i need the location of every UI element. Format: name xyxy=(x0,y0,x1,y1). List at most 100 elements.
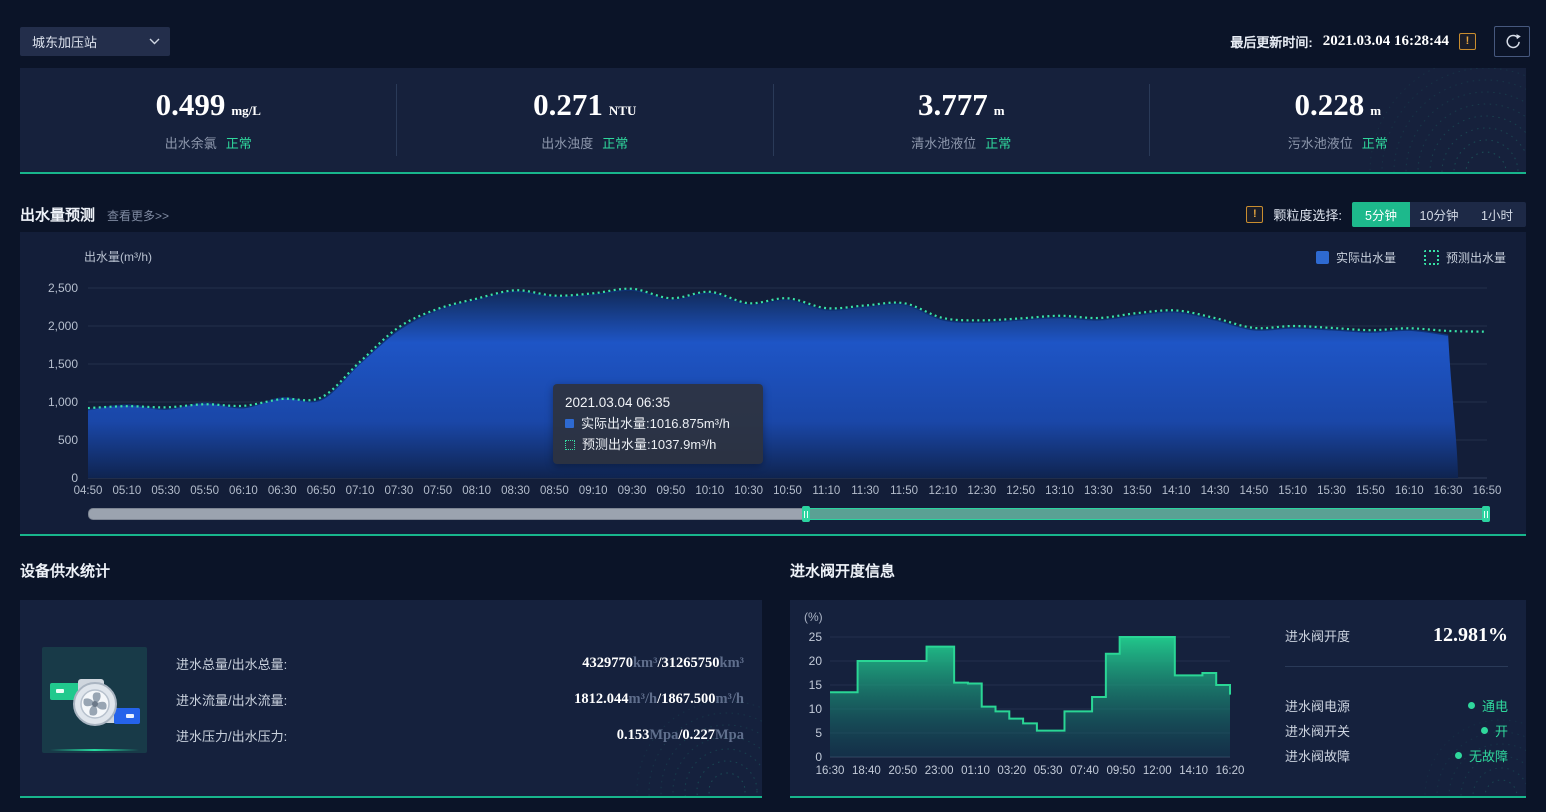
y-tick-label: 20 xyxy=(809,654,823,668)
actual-series-marker xyxy=(565,419,574,428)
status-dot xyxy=(1455,752,1462,759)
x-tick-label: 01:10 xyxy=(961,765,990,777)
x-tick-label: 16:30 xyxy=(1434,485,1463,497)
y-tick-label: 1,000 xyxy=(48,395,78,409)
x-tick-label: 13:50 xyxy=(1123,485,1152,497)
x-tick-label: 15:30 xyxy=(1317,485,1346,497)
last-update-value: 2021.03.04 16:28:44 xyxy=(1323,33,1449,50)
x-tick-label: 18:40 xyxy=(852,765,881,777)
x-tick-label: 07:10 xyxy=(346,485,375,497)
x-tick-label: 13:30 xyxy=(1084,485,1113,497)
chart-tooltip: 2021.03.04 06:35 实际出水量:1016.875m³/h 预测出水… xyxy=(553,384,763,464)
valve-opening-row: 进水阀开度 12.981% xyxy=(1285,624,1508,647)
valve-power-value: 通电 xyxy=(1468,696,1508,715)
x-tick-label: 11:10 xyxy=(812,485,840,497)
x-tick-label: 13:10 xyxy=(1045,485,1074,497)
refresh-button[interactable] xyxy=(1494,26,1530,57)
predicted-series-marker xyxy=(565,440,575,450)
x-tick-label: 06:50 xyxy=(307,485,336,497)
station-select[interactable]: 城东加压站 xyxy=(20,27,170,56)
x-tick-label: 09:50 xyxy=(1107,765,1136,777)
actual-area-series xyxy=(88,290,1458,478)
kpi-value: 0.271 xyxy=(533,87,603,122)
view-more-link[interactable]: 查看更多>> xyxy=(107,207,169,224)
datazoom-slider[interactable] xyxy=(88,508,1489,520)
valve-opening-chart: 0510152025(%)16:3018:4020:5023:0001:1003… xyxy=(790,600,1260,796)
last-update-label: 最后更新时间: xyxy=(1230,32,1312,51)
legend-predicted[interactable]: 预测出水量 xyxy=(1424,249,1506,266)
valve-power-label: 进水阀电源 xyxy=(1285,696,1350,715)
supply-panel: 进水总量/出水总量: 4329770km³/31265750km³ 进水流量/出… xyxy=(20,600,762,798)
valve-power-row: 进水阀电源 通电 xyxy=(1285,695,1508,715)
status-dot xyxy=(1468,702,1475,709)
y-tick-label: 2,000 xyxy=(48,319,78,333)
y-tick-label: 5 xyxy=(815,726,822,740)
x-tick-label: 05:30 xyxy=(1034,765,1063,777)
x-tick-label: 04:50 xyxy=(74,485,103,497)
x-tick-label: 10:30 xyxy=(734,485,763,497)
forecast-chart: 05001,0001,5002,0002,500出水量(m³/h)04:5005… xyxy=(20,232,1526,534)
x-tick-label: 10:50 xyxy=(773,485,802,497)
datazoom-selected-range[interactable] xyxy=(805,508,1487,520)
kpi-label: 出水余氯 xyxy=(165,136,217,151)
x-tick-label: 11:50 xyxy=(890,485,918,497)
kpi-unit: NTU xyxy=(609,103,636,118)
kpi-clearwater-level: 3.777m 清水池液位正常 xyxy=(773,68,1150,172)
kpi-sewage-level: 0.228m 污水池液位正常 xyxy=(1150,68,1527,172)
valve-fault-value: 无故障 xyxy=(1455,746,1508,765)
supply-row-pressure: 进水压力/出水压力: 0.153Mpa/0.227Mpa xyxy=(176,724,744,746)
y-tick-label: 1,500 xyxy=(48,357,78,371)
predicted-series-swatch xyxy=(1424,250,1439,265)
refresh-icon xyxy=(1504,33,1521,50)
actual-series-swatch xyxy=(1316,251,1329,264)
kpi-status: 正常 xyxy=(1362,136,1388,151)
x-tick-label: 12:30 xyxy=(967,485,996,497)
x-tick-label: 12:50 xyxy=(1006,485,1035,497)
valve-switch-label: 进水阀开关 xyxy=(1285,721,1350,740)
valve-opening-value: 12.981% xyxy=(1433,624,1508,647)
last-update-area: 最后更新时间: 2021.03.04 16:28:44 ! xyxy=(1230,26,1530,57)
kpi-value: 0.228 xyxy=(1294,87,1364,122)
x-tick-label: 09:50 xyxy=(657,485,686,497)
x-tick-label: 08:10 xyxy=(462,485,491,497)
datazoom-right-handle[interactable] xyxy=(1482,506,1490,522)
x-tick-label: 06:30 xyxy=(268,485,297,497)
kpi-unit: m xyxy=(994,103,1005,118)
x-tick-label: 09:10 xyxy=(579,485,608,497)
granularity-label: 颗粒度选择: xyxy=(1273,205,1342,224)
datazoom-left-handle[interactable] xyxy=(802,506,810,522)
pump-icon xyxy=(42,647,147,753)
y-tick-label: 0 xyxy=(815,750,822,764)
x-tick-label: 16:10 xyxy=(1395,485,1424,497)
tooltip-actual-value: 实际出水量:1016.875m³/h xyxy=(581,413,730,434)
y-tick-label: 25 xyxy=(809,630,823,644)
valve-opening-label: 进水阀开度 xyxy=(1285,626,1350,645)
x-tick-label: 05:30 xyxy=(151,485,180,497)
y-tick-label: 500 xyxy=(58,433,78,447)
granularity-1hour-button[interactable]: 1小时 xyxy=(1468,202,1526,227)
supply-row-label: 进水压力/出水压力: xyxy=(176,726,287,745)
kpi-effluent-chlorine: 0.499mg/L 出水余氯正常 xyxy=(20,68,397,172)
x-tick-label: 20:50 xyxy=(888,765,917,777)
forecast-header: 出水量预测 查看更多>> ! 颗粒度选择: 5分钟 10分钟 1小时 xyxy=(20,201,1526,227)
x-tick-label: 07:50 xyxy=(423,485,452,497)
granularity-button-group: 5分钟 10分钟 1小时 xyxy=(1352,202,1526,227)
warning-icon: ! xyxy=(1459,33,1476,50)
kpi-value: 0.499 xyxy=(156,87,226,122)
kpi-panel: 0.499mg/L 出水余氯正常 0.271NTU 出水浊度正常 3.777m … xyxy=(20,68,1526,174)
kpi-status: 正常 xyxy=(602,136,628,151)
y-tick-label: 15 xyxy=(809,678,823,692)
kpi-status: 正常 xyxy=(985,136,1011,151)
kpi-label: 出水浊度 xyxy=(541,136,593,151)
granularity-5min-button[interactable]: 5分钟 xyxy=(1352,202,1410,227)
x-tick-label: 16:30 xyxy=(816,765,845,777)
kpi-unit: mg/L xyxy=(231,103,261,118)
x-tick-label: 09:30 xyxy=(618,485,647,497)
divider xyxy=(1285,666,1508,667)
station-select-value: 城东加压站 xyxy=(32,32,97,51)
y-axis-title: 出水量(m³/h) xyxy=(84,250,152,264)
legend-actual[interactable]: 实际出水量 xyxy=(1316,249,1396,266)
x-tick-label: 12:00 xyxy=(1143,765,1172,777)
granularity-10min-button[interactable]: 10分钟 xyxy=(1410,202,1468,227)
forecast-title: 出水量预测 xyxy=(20,204,95,225)
